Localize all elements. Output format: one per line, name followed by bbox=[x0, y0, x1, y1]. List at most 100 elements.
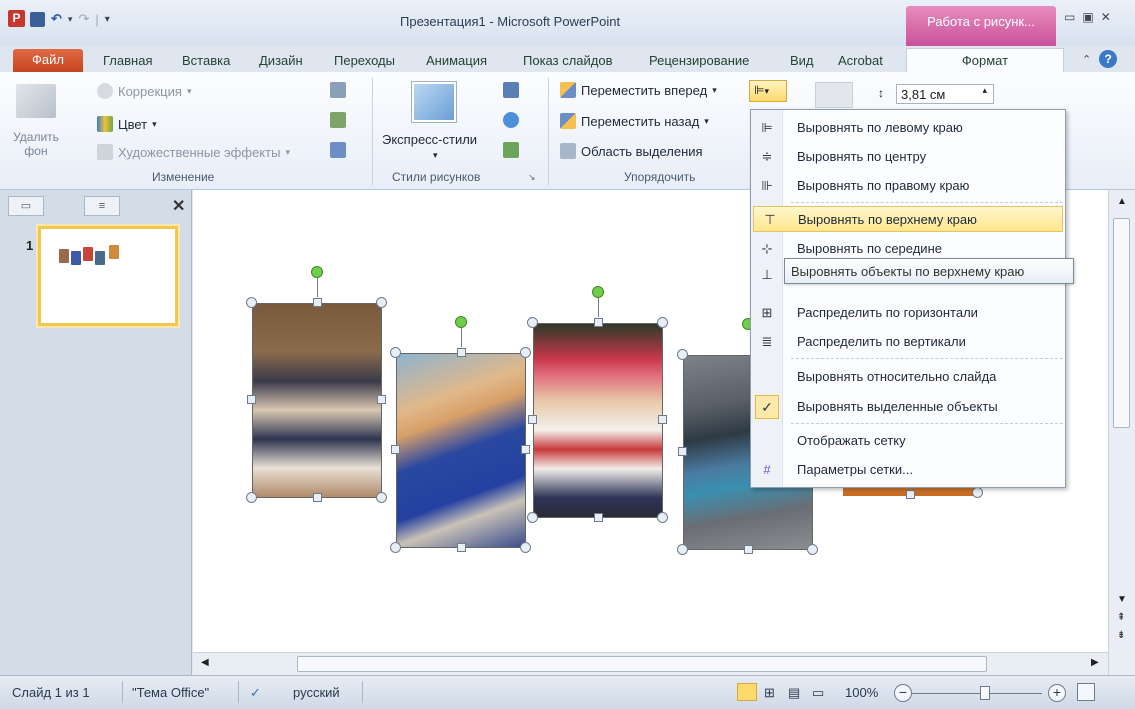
zoom-slider[interactable] bbox=[912, 693, 1042, 694]
resize-handle[interactable] bbox=[744, 545, 753, 554]
slides-tab[interactable]: ▭ bbox=[8, 196, 44, 216]
resize-handle[interactable] bbox=[390, 542, 401, 553]
horizontal-scrollbar[interactable]: ◀ ▶ bbox=[193, 652, 1108, 675]
resize-handle[interactable] bbox=[657, 317, 668, 328]
compress-pictures-icon[interactable] bbox=[330, 82, 346, 98]
theme-name[interactable]: "Тема Office" bbox=[132, 685, 209, 700]
powerpoint-app-icon[interactable]: P bbox=[8, 10, 25, 27]
photo-schoolchildren[interactable] bbox=[252, 303, 382, 498]
express-styles-button[interactable]: Экспресс-стили bbox=[382, 132, 477, 147]
tab-acrobat[interactable]: Acrobat bbox=[838, 50, 883, 72]
minimize-icon[interactable]: ▭ bbox=[1064, 10, 1075, 24]
correction-button[interactable]: Коррекция ▾ bbox=[97, 83, 191, 99]
fit-to-window-icon[interactable] bbox=[1077, 683, 1095, 701]
tab-animation[interactable]: Анимация bbox=[426, 50, 487, 72]
spinner-up-icon[interactable]: ▴ bbox=[982, 85, 987, 96]
resize-handle[interactable] bbox=[906, 490, 915, 499]
resize-handle[interactable] bbox=[521, 445, 530, 454]
menu-item-align-top[interactable]: ⊤ Выровнять по верхнему краю bbox=[753, 206, 1063, 232]
normal-view-icon[interactable] bbox=[737, 683, 757, 701]
tab-format[interactable]: Формат bbox=[906, 48, 1064, 74]
scroll-up-icon[interactable]: ▲ bbox=[1117, 196, 1127, 207]
resize-handle[interactable] bbox=[527, 512, 538, 523]
resize-handle[interactable] bbox=[972, 487, 983, 498]
picture-border-icon[interactable] bbox=[503, 82, 519, 98]
reset-picture-icon[interactable] bbox=[330, 142, 346, 158]
scroll-left-icon[interactable]: ◀ bbox=[201, 657, 209, 668]
tab-insert[interactable]: Вставка bbox=[182, 50, 230, 72]
resize-handle[interactable] bbox=[313, 493, 322, 502]
spelling-check-icon[interactable]: ✓ bbox=[250, 685, 261, 701]
zoom-out-icon[interactable]: − bbox=[894, 684, 912, 702]
tab-slideshow[interactable]: Показ слайдов bbox=[523, 50, 613, 72]
resize-handle[interactable] bbox=[247, 395, 256, 404]
next-slide-icon[interactable]: ⇟ bbox=[1117, 630, 1125, 641]
customize-qat-icon[interactable]: ▾ bbox=[105, 14, 110, 25]
resize-handle[interactable] bbox=[457, 543, 466, 552]
menu-item-distribute-vertical[interactable]: ≣ Распределить по вертикали bbox=[751, 329, 1065, 355]
bring-forward-button[interactable]: Переместить вперед ▾ bbox=[560, 82, 717, 98]
close-icon[interactable]: ✕ bbox=[1101, 10, 1111, 24]
resize-handle[interactable] bbox=[376, 297, 387, 308]
restore-icon[interactable]: ▣ bbox=[1082, 10, 1093, 24]
resize-handle[interactable] bbox=[376, 492, 387, 503]
photo-girl-wreath[interactable] bbox=[533, 323, 663, 518]
resize-handle[interactable] bbox=[246, 297, 257, 308]
tab-home[interactable]: Главная bbox=[103, 50, 152, 72]
resize-handle[interactable] bbox=[520, 542, 531, 553]
slide-sorter-icon[interactable]: ⊞ bbox=[764, 685, 775, 701]
tab-design[interactable]: Дизайн bbox=[259, 50, 303, 72]
slide-thumbnail[interactable] bbox=[38, 226, 178, 326]
menu-item-align-center[interactable]: ≑ Выровнять по центру bbox=[751, 144, 1065, 170]
menu-item-align-left[interactable]: ⊫ Выровнять по левому краю bbox=[751, 115, 1065, 141]
menu-item-grid-settings[interactable]: # Параметры сетки... bbox=[751, 457, 1065, 483]
previous-slide-icon[interactable]: ⇞ bbox=[1117, 612, 1125, 623]
resize-handle[interactable] bbox=[677, 349, 688, 360]
resize-handle[interactable] bbox=[377, 395, 386, 404]
undo-icon[interactable]: ↶ bbox=[51, 11, 62, 27]
zoom-in-icon[interactable]: + bbox=[1048, 684, 1066, 702]
menu-item-align-selected[interactable]: ✓ Выровнять выделенные объекты bbox=[751, 394, 1065, 420]
resize-handle[interactable] bbox=[657, 512, 668, 523]
change-picture-icon[interactable] bbox=[330, 112, 346, 128]
vertical-scrollbar[interactable]: ▲ ▼ ⇞ ⇟ bbox=[1108, 190, 1135, 675]
zoom-slider-knob[interactable] bbox=[980, 686, 990, 700]
art-effects-button[interactable]: Художественные эффекты ▾ bbox=[97, 144, 290, 160]
close-panel-icon[interactable]: ✕ bbox=[172, 196, 185, 216]
color-button[interactable]: Цвет ▾ bbox=[97, 116, 157, 132]
menu-item-align-right[interactable]: ⊪ Выровнять по правому краю bbox=[751, 173, 1065, 199]
rotate-handle[interactable] bbox=[592, 286, 604, 298]
tab-transitions[interactable]: Переходы bbox=[334, 50, 395, 72]
resize-handle[interactable] bbox=[677, 544, 688, 555]
outline-tab[interactable]: ≡ bbox=[84, 196, 120, 216]
crop-icon[interactable] bbox=[815, 82, 853, 108]
resize-handle[interactable] bbox=[457, 348, 466, 357]
resize-handle[interactable] bbox=[678, 447, 687, 456]
resize-handle[interactable] bbox=[658, 415, 667, 424]
menu-item-show-grid[interactable]: Отображать сетку bbox=[751, 428, 1065, 454]
help-icon[interactable]: ? bbox=[1099, 50, 1118, 68]
reading-view-icon[interactable]: ▤ bbox=[788, 685, 800, 701]
tab-file[interactable]: Файл bbox=[13, 49, 83, 73]
language-indicator[interactable]: русский bbox=[293, 685, 340, 700]
horizontal-scroll-thumb[interactable] bbox=[297, 656, 987, 672]
send-backward-button[interactable]: Переместить назад ▾ bbox=[560, 113, 709, 129]
tab-view[interactable]: Вид bbox=[790, 50, 814, 72]
selection-pane-button[interactable]: Область выделения bbox=[560, 143, 703, 159]
resize-handle[interactable] bbox=[246, 492, 257, 503]
dialog-launcher-icon[interactable]: ↘ bbox=[528, 172, 536, 183]
height-input[interactable]: 3,81 см ▴ bbox=[896, 84, 994, 104]
resize-handle[interactable] bbox=[594, 318, 603, 327]
photo-mother-baby[interactable] bbox=[396, 353, 526, 548]
resize-handle[interactable] bbox=[313, 298, 322, 307]
resize-handle[interactable] bbox=[520, 347, 531, 358]
save-icon[interactable] bbox=[30, 11, 45, 27]
resize-handle[interactable] bbox=[527, 317, 538, 328]
align-button[interactable]: ⊫▾ bbox=[749, 80, 787, 102]
menu-item-align-to-slide[interactable]: Выровнять относительно слайда bbox=[751, 364, 1065, 390]
resize-handle[interactable] bbox=[391, 445, 400, 454]
resize-handle[interactable] bbox=[528, 415, 537, 424]
picture-layout-icon[interactable] bbox=[503, 142, 519, 158]
resize-handle[interactable] bbox=[807, 544, 818, 555]
menu-item-distribute-horizontal[interactable]: ⊞ Распределить по горизонтали bbox=[751, 300, 1065, 326]
